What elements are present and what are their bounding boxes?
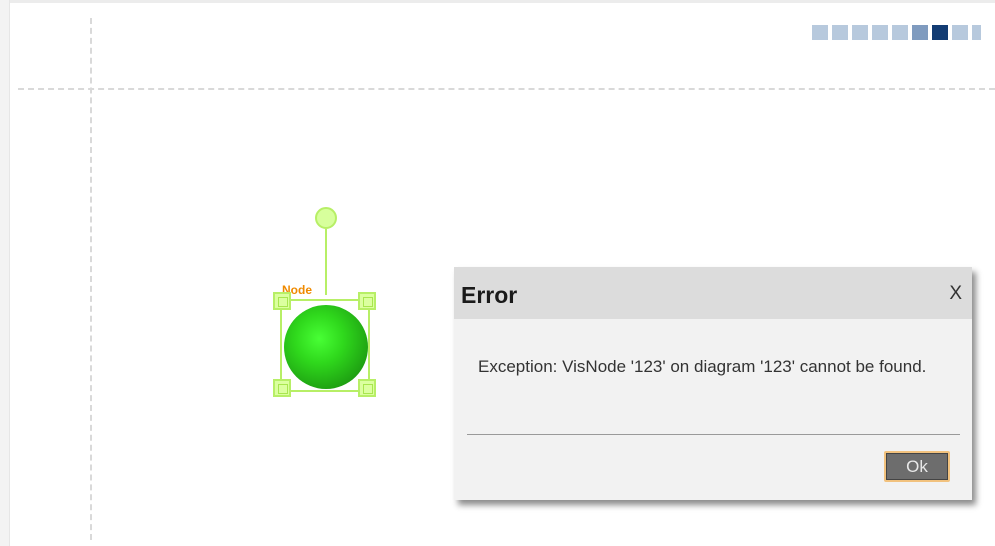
canvas-left-edge <box>0 0 10 546</box>
page-square-7-active[interactable] <box>932 25 948 40</box>
rotation-handle-stem <box>325 229 327 295</box>
close-icon[interactable]: X <box>949 283 962 305</box>
page-square-8[interactable] <box>952 25 968 40</box>
resize-handle-bottom-left[interactable] <box>273 379 291 397</box>
resize-handle-bottom-right[interactable] <box>358 379 376 397</box>
dialog-title-bar[interactable]: Error X <box>454 267 972 319</box>
resize-handle-top-left[interactable] <box>273 292 291 310</box>
horizontal-guide-line <box>18 88 995 90</box>
canvas-top-edge <box>0 0 995 3</box>
page-square-4[interactable] <box>872 25 888 40</box>
ok-button[interactable]: Ok <box>884 451 950 482</box>
page-square-3[interactable] <box>852 25 868 40</box>
page-square-5[interactable] <box>892 25 908 40</box>
page-indicator <box>812 25 981 40</box>
page-square-9[interactable] <box>972 25 981 40</box>
selected-node[interactable]: Node <box>268 200 388 410</box>
dialog-divider <box>467 434 960 435</box>
resize-handle-top-right[interactable] <box>358 292 376 310</box>
page-square-2[interactable] <box>832 25 848 40</box>
vertical-guide-line <box>90 18 92 540</box>
page-square-1[interactable] <box>812 25 828 40</box>
rotation-handle[interactable] <box>315 207 337 229</box>
page-square-6[interactable] <box>912 25 928 40</box>
node-circle-shape[interactable] <box>284 305 368 389</box>
dialog-message: Exception: VisNode '123' on diagram '123… <box>478 357 927 376</box>
dialog-title: Error <box>461 282 518 308</box>
error-dialog: Error X Exception: VisNode '123' on diag… <box>454 267 972 500</box>
